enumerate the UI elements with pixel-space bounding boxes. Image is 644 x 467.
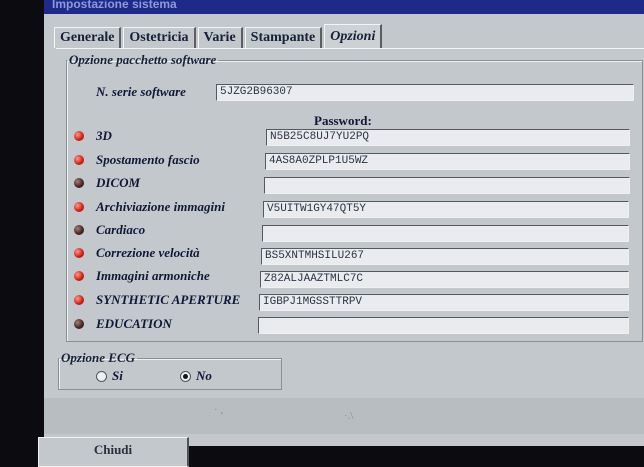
- window-title: Impostazione sistema: [44, 0, 644, 14]
- tab-stampante[interactable]: Stampante: [244, 27, 323, 48]
- password-field-archiviazione-immagini[interactable]: V5UITW1GY47QT5Y: [263, 201, 629, 218]
- option-label: Immagini armoniche: [96, 268, 210, 283]
- settings-window: Impostazione sistema Generale Ostetricia…: [44, 0, 644, 446]
- password-header: Password:: [314, 113, 372, 128]
- status-led-icon: [74, 248, 84, 258]
- status-led-icon: [74, 178, 84, 188]
- radio-unchecked-icon: [96, 370, 107, 382]
- status-led-icon: [74, 155, 84, 165]
- tab-varie[interactable]: Varie: [197, 27, 243, 48]
- password-field-education[interactable]: [258, 317, 629, 334]
- status-led-icon: [74, 295, 84, 305]
- ecg-option-legend: Opzione ECG: [61, 350, 136, 365]
- tab-divider: [56, 48, 644, 49]
- option-label: 3D: [96, 128, 112, 143]
- option-label: Correzione velocità: [96, 245, 200, 260]
- password-field-immagini-armoniche[interactable]: Z82ALJAAZTMLC7C: [260, 271, 629, 288]
- password-field-spostamento-fascio[interactable]: 4AS8A0ZPLP1U5WZ: [265, 153, 630, 170]
- tab-opzioni[interactable]: Opzioni: [324, 24, 383, 49]
- radio-label-si: Si: [112, 368, 123, 383]
- option-label: SYNTHETIC APERTURE: [96, 292, 241, 307]
- ecg-option-group: Opzione ECG: [58, 350, 282, 390]
- password-field-cardiaco[interactable]: [262, 225, 629, 242]
- option-label: Spostamento fascio: [96, 152, 200, 167]
- ecg-radio-no[interactable]: No: [180, 368, 212, 384]
- ecg-radio-si[interactable]: Si: [96, 368, 123, 384]
- status-led-icon: [74, 271, 84, 281]
- option-label: EDUCATION: [96, 316, 172, 331]
- radio-label-no: No: [196, 368, 212, 383]
- software-options-legend: Opzione pacchetto software: [69, 52, 217, 67]
- status-led-icon: [74, 131, 84, 141]
- option-label: DICOM: [96, 175, 141, 190]
- close-button[interactable]: Chiudi: [38, 437, 189, 467]
- password-field-dicom[interactable]: [264, 177, 630, 194]
- status-led-icon: [74, 225, 84, 235]
- password-field-3d[interactable]: N5B25C8UJ7YU2PQ: [266, 129, 630, 146]
- option-label: Archiviazione immagini: [96, 199, 225, 214]
- tab-bar: Generale Ostetricia Varie Stampante Opzi…: [54, 22, 384, 49]
- option-label: Cardiaco: [96, 222, 146, 237]
- serial-number-field[interactable]: 5JZG2B96307: [216, 84, 634, 101]
- password-field-correzione-velocita[interactable]: BS5XNTMHSILU267: [261, 248, 629, 265]
- tab-ostetricia[interactable]: Ostetricia: [123, 27, 196, 48]
- status-led-icon: [74, 319, 84, 329]
- radio-checked-icon: [180, 370, 191, 382]
- status-led-icon: [74, 202, 84, 212]
- tab-generale[interactable]: Generale: [54, 27, 122, 48]
- screen-smudge-mark: · ,: [214, 404, 224, 416]
- serial-number-label: N. serie software: [96, 84, 186, 99]
- screen-smudge-mark: ·.\: [344, 410, 354, 422]
- password-field-synthetic-aperture[interactable]: IGBPJ1MGSSTTRPV: [259, 294, 629, 311]
